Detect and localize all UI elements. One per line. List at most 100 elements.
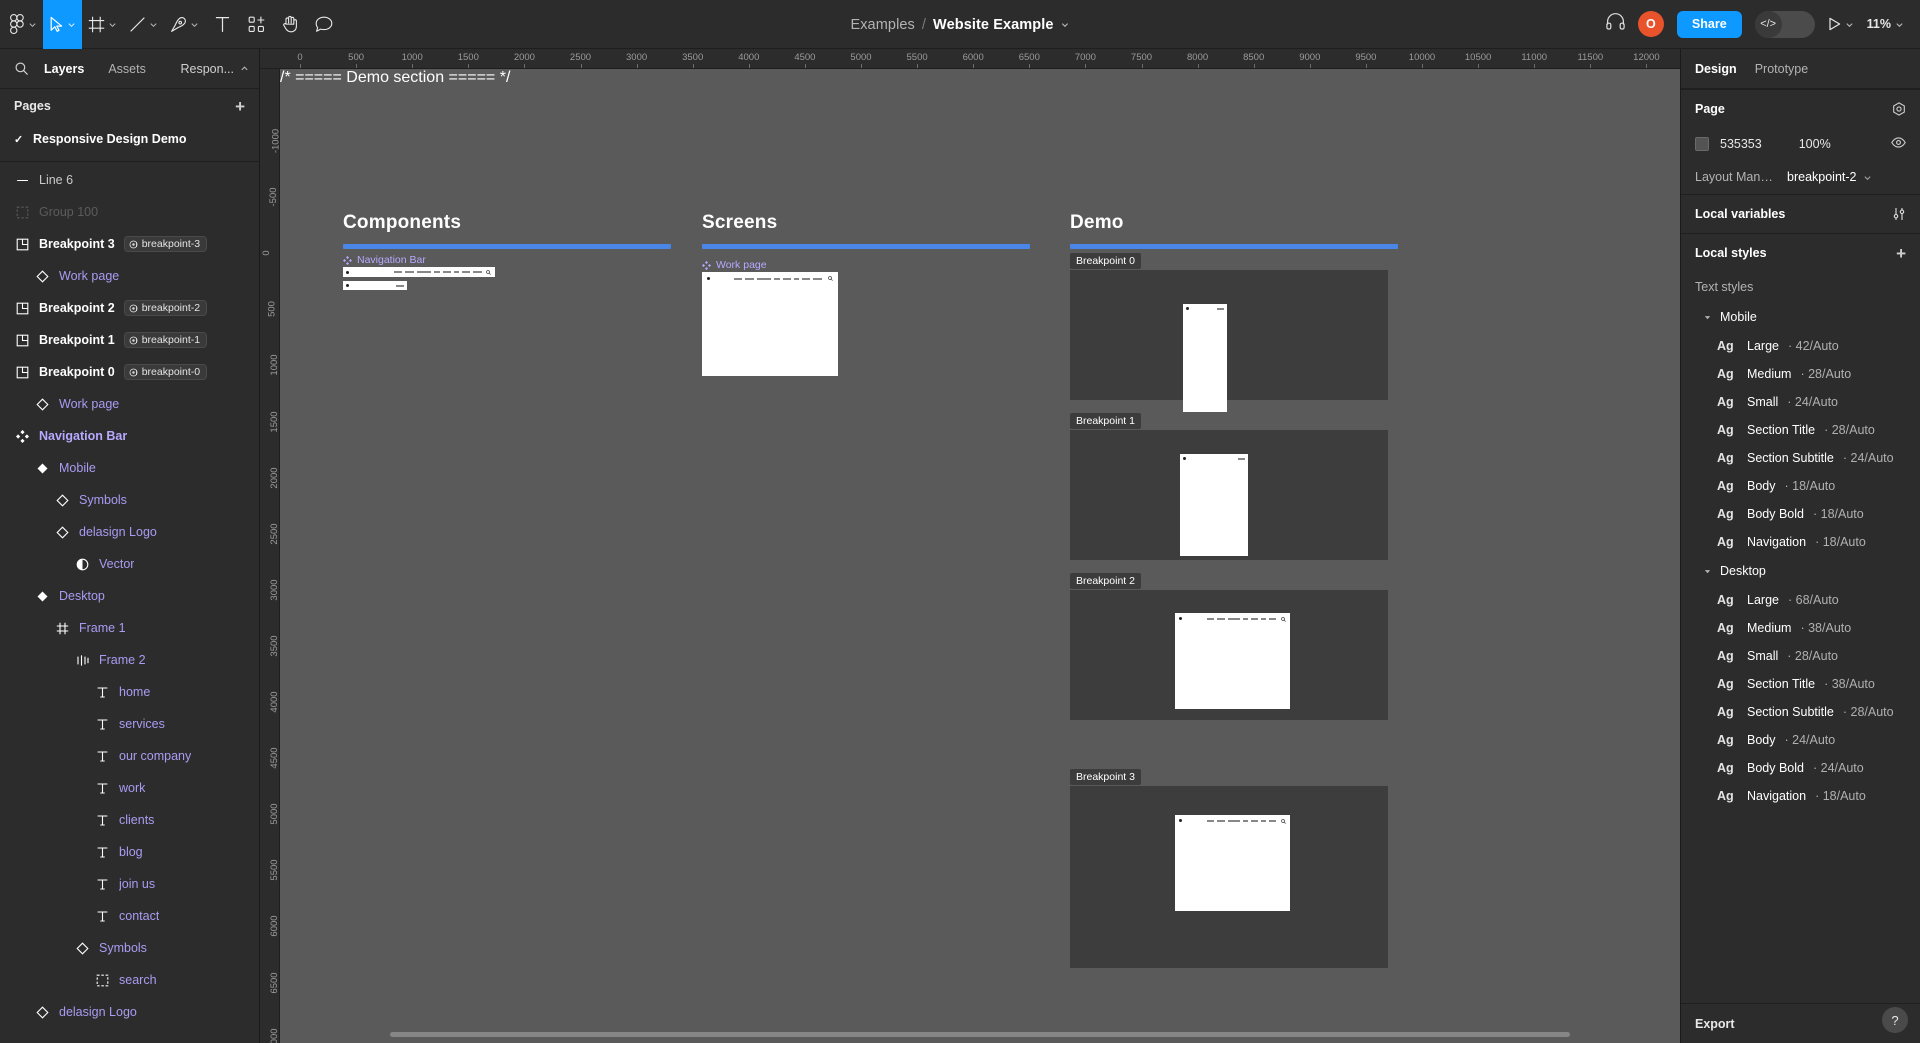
zoom-control[interactable]: 11% [1867, 17, 1904, 31]
layer-row-search[interactable]: search [0, 964, 259, 996]
local-variables-header[interactable]: Local variables [1681, 195, 1920, 233]
variable-badge[interactable]: breakpoint-2 [123, 300, 208, 316]
page-fill-opacity[interactable]: 100% [1799, 137, 1831, 151]
responsive-dropdown[interactable]: Respon... [180, 62, 249, 76]
pen-tool[interactable] [164, 0, 205, 49]
mini-navigation-bar-desktop[interactable] [343, 267, 495, 277]
text-styles-list[interactable]: Mobile Ag Large · 42/Auto Ag Medium · 28/Auto A… [1681, 302, 1920, 1003]
breakpoint-group-3[interactable] [1070, 786, 1388, 968]
layer-row-work-page[interactable]: Work page [0, 260, 259, 292]
layer-row-home[interactable]: home [0, 676, 259, 708]
tab-prototype[interactable]: Prototype [1755, 62, 1809, 76]
layer-row-frame-2[interactable]: Frame 2 [0, 644, 259, 676]
page-fill-swatch[interactable] [1695, 137, 1709, 151]
search-icon[interactable] [10, 62, 32, 75]
breadcrumb-project[interactable]: Examples [850, 17, 914, 33]
breakpoint-1-screen[interactable] [1180, 454, 1248, 556]
text-style-mobile-medium[interactable]: Ag Medium · 28/Auto [1681, 360, 1920, 388]
layer-row-blog[interactable]: blog [0, 836, 259, 868]
layer-row-join-us[interactable]: join us [0, 868, 259, 900]
component-label-work-page[interactable]: Work page [702, 259, 767, 271]
share-button[interactable]: Share [1676, 10, 1742, 38]
layer-row-breakpoint-1[interactable]: Breakpoint 1 breakpoint-1 [0, 324, 259, 356]
text-style-mobile-section-title[interactable]: Ag Section Title · 28/Auto [1681, 416, 1920, 444]
page-fill-row[interactable]: 535353 100% [1681, 128, 1920, 160]
breakpoint-3-screen[interactable] [1175, 815, 1290, 911]
layer-row-breakpoint-2[interactable]: Breakpoint 2 breakpoint-2 [0, 292, 259, 324]
breakpoint-tag-1[interactable]: Breakpoint 1 [1070, 413, 1141, 429]
layer-row-delasign-logo[interactable]: delasign Logo [0, 516, 259, 548]
layout-manager-value[interactable]: breakpoint-2 [1787, 170, 1872, 184]
breadcrumb-file[interactable]: Website Example [933, 17, 1054, 33]
layer-row-clients[interactable]: clients [0, 804, 259, 836]
text-style-desktop-large[interactable]: Ag Large · 68/Auto [1681, 586, 1920, 614]
layer-row-mobile[interactable]: Mobile [0, 452, 259, 484]
layer-row-work-page[interactable]: Work page [0, 388, 259, 420]
variables-sliders-icon[interactable] [1892, 207, 1906, 221]
comment-tool[interactable] [307, 0, 341, 49]
text-style-group-desktop[interactable]: Desktop [1681, 556, 1920, 586]
tab-layers[interactable]: Layers [32, 49, 96, 89]
canvas-horizontal-scrollbar[interactable] [280, 1032, 1680, 1037]
avatar[interactable]: O [1637, 11, 1664, 37]
layer-row-desktop[interactable]: Desktop [0, 580, 259, 612]
variable-badge[interactable]: breakpoint-0 [123, 364, 208, 380]
component-label-navigation-bar[interactable]: Navigation Bar [343, 254, 426, 266]
breakpoint-group-2[interactable] [1070, 590, 1388, 720]
layer-row-services[interactable]: services [0, 708, 259, 740]
text-style-desktop-medium[interactable]: Ag Medium · 38/Auto [1681, 614, 1920, 642]
resources-tool[interactable] [239, 0, 273, 49]
help-button[interactable]: ? [1882, 1007, 1908, 1033]
layer-row-breakpoint-3[interactable]: Breakpoint 3 breakpoint-3 [0, 228, 259, 260]
tab-assets[interactable]: Assets [96, 49, 158, 89]
layer-row-frame-1[interactable]: Frame 1 [0, 612, 259, 644]
dev-mode-toggle[interactable]: </> [1754, 10, 1815, 38]
text-style-desktop-navigation[interactable]: Ag Navigation · 18/Auto [1681, 782, 1920, 810]
breakpoint-group-1[interactable] [1070, 430, 1388, 560]
layers-tree[interactable]: Line 6 Group 100 Breakpoint 3 breakpoint-3 W… [0, 164, 259, 1043]
layer-row-work[interactable]: work [0, 772, 259, 804]
design-canvas[interactable]: Components Navigation Bar Screens Work p… [280, 69, 1680, 1043]
layer-row-our-company[interactable]: our company [0, 740, 259, 772]
breakpoint-tag-2[interactable]: Breakpoint 2 [1070, 573, 1141, 589]
text-style-desktop-section-subtitle[interactable]: Ag Section Subtitle · 28/Auto [1681, 698, 1920, 726]
layer-row-line-6[interactable]: Line 6 [0, 164, 259, 196]
headphones-icon[interactable] [1606, 13, 1625, 35]
layout-manager-row[interactable]: Layout Mana... breakpoint-2 [1681, 160, 1920, 194]
text-style-desktop-body-bold[interactable]: Ag Body Bold · 24/Auto [1681, 754, 1920, 782]
page-item-responsive-design-demo[interactable]: ✓ Responsive Design Demo [0, 123, 259, 155]
text-style-desktop-body[interactable]: Ag Body · 24/Auto [1681, 726, 1920, 754]
layer-row-contact[interactable]: contact [0, 900, 259, 932]
text-tool[interactable] [205, 0, 239, 49]
layer-row-group-100[interactable]: Group 100 [0, 196, 259, 228]
text-style-mobile-large[interactable]: Ag Large · 42/Auto [1681, 332, 1920, 360]
layer-row-vector[interactable]: Vector [0, 548, 259, 580]
horizontal-ruler[interactable]: 0 500 1000 1500 2000 2500 3000 3500 4000 4500 5000… [260, 49, 1680, 69]
tab-design[interactable]: Design [1695, 62, 1737, 76]
visibility-eye-icon[interactable] [1891, 137, 1906, 151]
canvas-area[interactable]: 0 500 1000 1500 2000 2500 3000 3500 4000 4500 5000… [260, 49, 1680, 1043]
page-settings-icon[interactable] [1892, 102, 1906, 116]
breakpoint-group-0[interactable] [1070, 270, 1388, 412]
text-style-mobile-section-subtitle[interactable]: Ag Section Subtitle · 24/Auto [1681, 444, 1920, 472]
breakpoint-0-screen[interactable] [1183, 304, 1227, 412]
layer-row-symbols[interactable]: Symbols [0, 932, 259, 964]
layer-row-delasign-logo[interactable]: delasign Logo [0, 996, 259, 1028]
variable-badge[interactable]: breakpoint-1 [123, 332, 208, 348]
text-style-mobile-body-bold[interactable]: Ag Body Bold · 18/Auto [1681, 500, 1920, 528]
screen-work-page-preview[interactable] [702, 272, 838, 376]
breakpoint-2-screen[interactable] [1175, 613, 1290, 709]
page-fill-hex[interactable]: 535353 [1720, 137, 1762, 151]
vertical-ruler[interactable]: -1000 -500 0 500 1000 1500 2000 2500 3000 3500 400… [260, 69, 280, 1043]
move-tool[interactable] [43, 0, 82, 49]
hand-tool[interactable] [273, 0, 307, 49]
scrollbar-thumb[interactable] [390, 1032, 1570, 1037]
add-page-button[interactable]: + [235, 98, 245, 115]
breakpoint-tag-3[interactable]: Breakpoint 3 [1070, 769, 1141, 785]
text-style-mobile-navigation[interactable]: Ag Navigation · 18/Auto [1681, 528, 1920, 556]
add-style-button[interactable]: + [1896, 245, 1906, 262]
text-style-mobile-small[interactable]: Ag Small · 24/Auto [1681, 388, 1920, 416]
text-style-desktop-section-title[interactable]: Ag Section Title · 38/Auto [1681, 670, 1920, 698]
text-style-mobile-body[interactable]: Ag Body · 18/Auto [1681, 472, 1920, 500]
shape-tool[interactable] [123, 0, 164, 49]
